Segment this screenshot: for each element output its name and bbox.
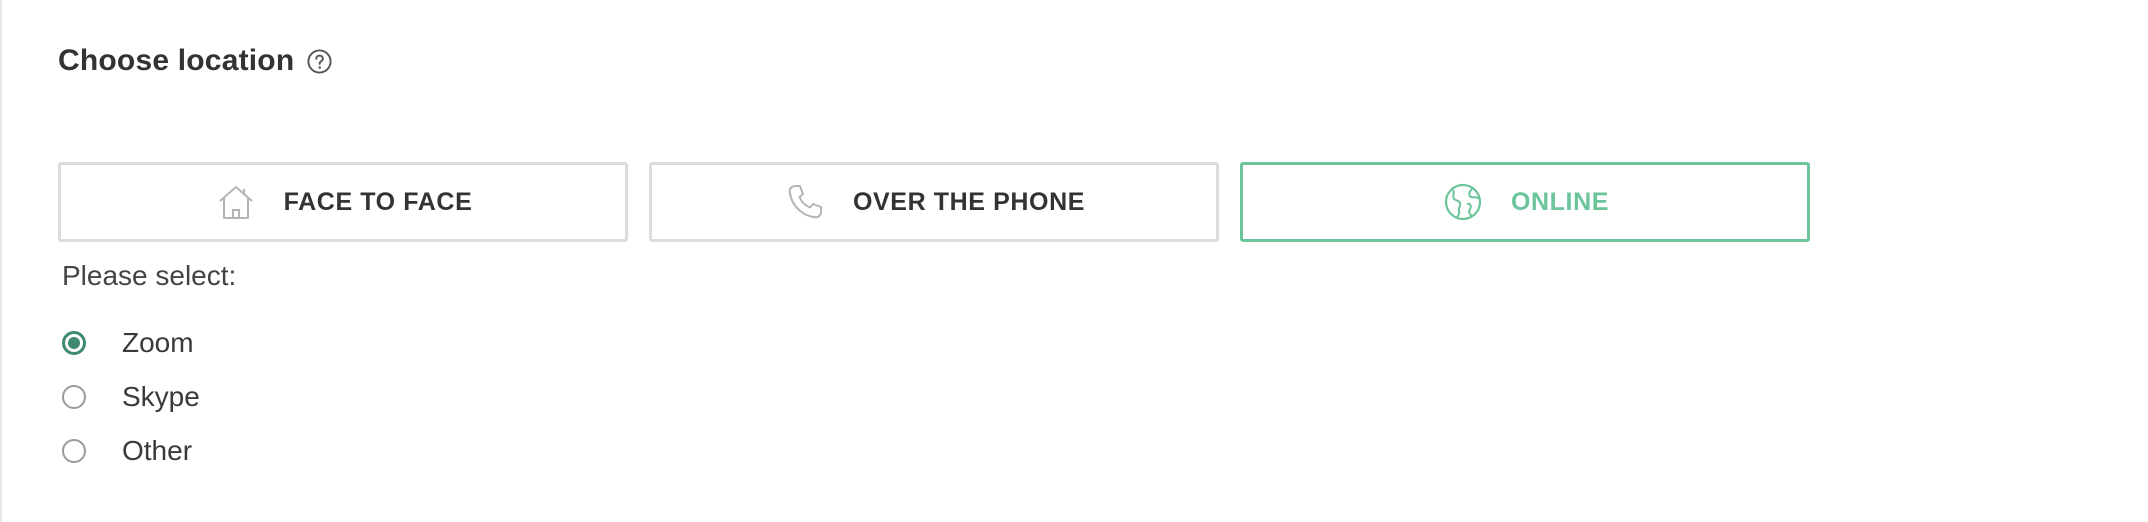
radio-button-skype[interactable] (62, 385, 86, 409)
section-title: Choose location (58, 44, 295, 77)
over-the-phone-label: OVER THE PHONE (852, 187, 1086, 216)
over-the-phone-button[interactable]: OVER THE PHONE (649, 162, 1219, 242)
face-to-face-label: FACE TO FACE (283, 187, 473, 216)
radio-option-other[interactable]: Other (62, 424, 200, 478)
radio-button-zoom[interactable] (62, 331, 86, 355)
platform-radio-group: Zoom Skype Other (62, 316, 200, 478)
radio-option-skype[interactable]: Skype (62, 370, 200, 424)
select-prompt: Please select: (62, 260, 237, 291)
location-options: FACE TO FACE OVER THE PHONE ONLINE (58, 162, 1810, 242)
location-panel: Choose location FACE TO FACE OVER THE PH… (0, 0, 2148, 522)
house-icon (214, 180, 258, 224)
radio-option-zoom[interactable]: Zoom (62, 316, 200, 370)
radio-label-zoom: Zoom (122, 327, 194, 358)
online-label: ONLINE (1510, 187, 1610, 216)
phone-icon (783, 180, 827, 224)
globe-icon (1441, 180, 1485, 224)
radio-label-skype: Skype (122, 381, 200, 412)
face-to-face-button[interactable]: FACE TO FACE (58, 162, 628, 242)
radio-button-other[interactable] (62, 439, 86, 463)
section-heading: Choose location (58, 44, 333, 78)
online-button[interactable]: ONLINE (1240, 162, 1810, 242)
radio-label-other: Other (122, 435, 193, 466)
question-circle-icon[interactable] (306, 48, 333, 75)
